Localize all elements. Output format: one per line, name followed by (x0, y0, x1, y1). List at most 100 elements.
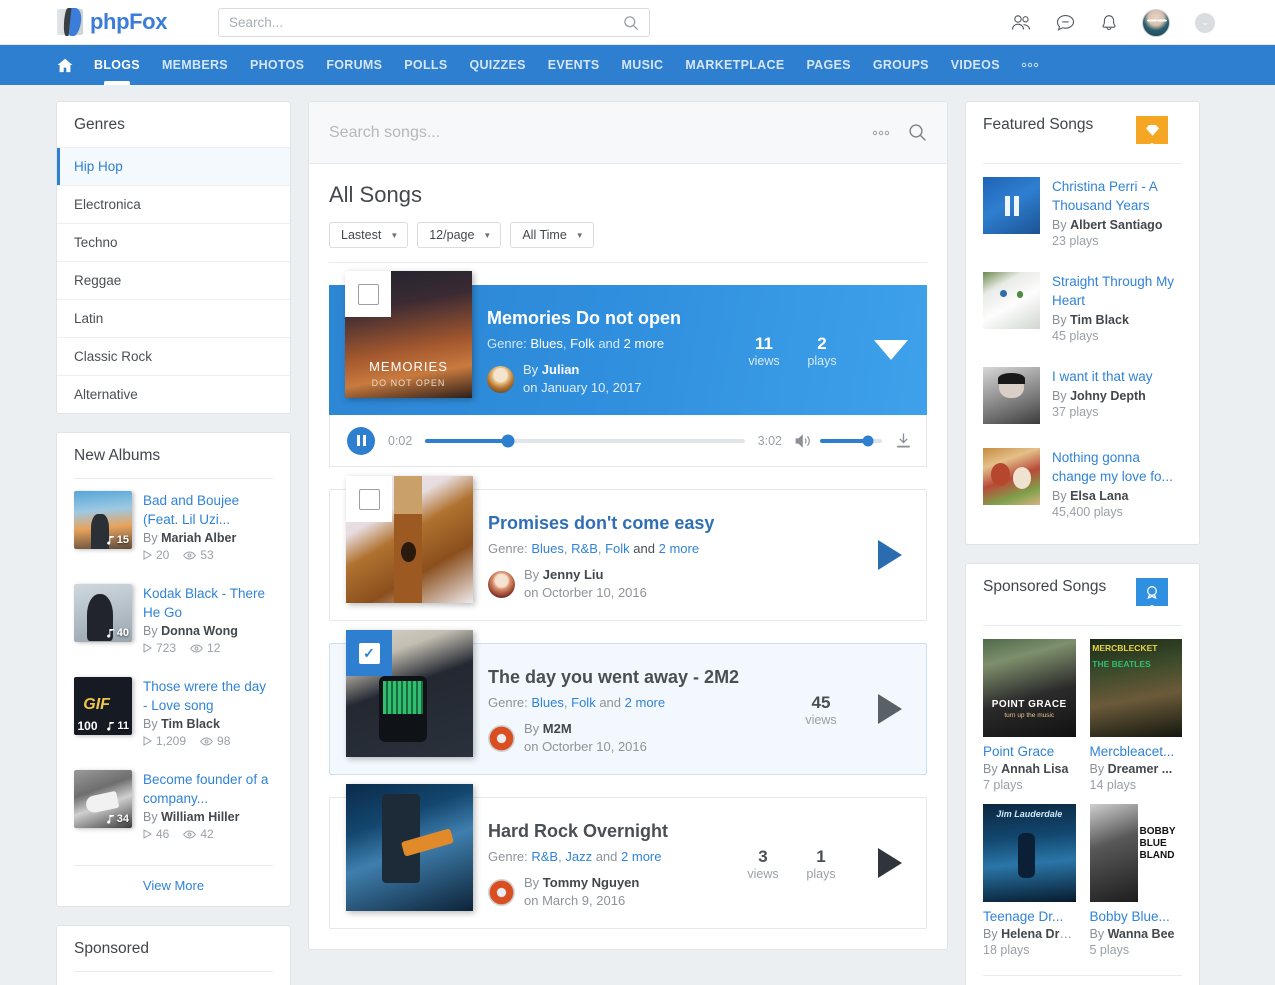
avatar[interactable] (488, 879, 515, 906)
song-title[interactable]: Mercbleacet... (1090, 744, 1183, 759)
list-item[interactable]: 40 Kodak Black - There He Go By Donna Wo… (74, 572, 273, 665)
genre-more-link[interactable]: 2 more (621, 849, 661, 864)
album-title[interactable]: Kodak Black - There He Go (143, 584, 273, 622)
song-search-bar[interactable] (309, 102, 947, 164)
genre-link[interactable]: Blues (530, 336, 563, 351)
global-search[interactable] (218, 8, 650, 37)
friends-icon[interactable] (1010, 12, 1032, 34)
genre-item-reggae[interactable]: Reggae (57, 261, 290, 299)
nav-item-music[interactable]: MUSIC (611, 45, 675, 85)
nav-item-forums[interactable]: FORUMS (315, 45, 393, 85)
nav-item-groups[interactable]: GROUPS (862, 45, 940, 85)
song-search-input[interactable] (329, 124, 854, 142)
song-title[interactable]: The day you went away - 2M2 (488, 666, 792, 688)
genre-link[interactable]: R&B (571, 541, 598, 556)
song-title[interactable]: Point Grace (983, 744, 1076, 759)
list-item[interactable]: Christina Perri - A Thousand Years By Al… (983, 164, 1182, 259)
song-title[interactable]: Christina Perri - A Thousand Years (1052, 177, 1182, 215)
nav-item-photos[interactable]: PHOTOS (239, 45, 315, 85)
pause-button[interactable] (347, 427, 375, 455)
nav-item-quizzes[interactable]: QUIZZES (458, 45, 536, 85)
more-options-icon[interactable] (872, 130, 890, 136)
volume-icon[interactable] (795, 434, 812, 448)
list-item[interactable]: Mercbleacet... By Dreamer ... 14 plays (1090, 639, 1183, 792)
list-item[interactable]: Teenage Dr... By Helena Drow 18 plays (983, 804, 1076, 957)
genre-link[interactable]: Blues (531, 541, 564, 556)
list-item[interactable]: 34 Become founder of a company... By Wil… (74, 758, 273, 851)
album-thumbnail[interactable]: 11 (74, 677, 132, 735)
song-select-checkbox[interactable]: ✓ (346, 630, 392, 676)
song-thumbnail[interactable] (1090, 639, 1183, 737)
collapse-player-icon[interactable] (874, 340, 908, 360)
album-title[interactable]: Bad and Boujee (Feat. Lil Uzi... (143, 491, 273, 529)
genre-link[interactable]: Folk (571, 695, 596, 710)
song-title[interactable]: Teenage Dr... (983, 909, 1076, 924)
song-artwork[interactable] (346, 784, 473, 911)
genre-more-link[interactable]: 2 more (624, 336, 664, 351)
notifications-icon[interactable] (1098, 12, 1120, 34)
song-title[interactable]: Straight Through My Heart (1052, 272, 1182, 310)
genre-item-techno[interactable]: Techno (57, 223, 290, 261)
nav-item-videos[interactable]: VIDEOS (940, 45, 1011, 85)
list-item[interactable]: I want it that way By Johny Depth 37 pla… (983, 354, 1182, 435)
song-thumbnail[interactable] (983, 272, 1040, 329)
genre-link[interactable]: R&B (531, 849, 558, 864)
time-range-filter[interactable]: All Time ▼ (510, 222, 593, 248)
nav-item-polls[interactable]: POLLS (393, 45, 458, 85)
song-thumbnail[interactable] (983, 639, 1076, 737)
play-button[interactable] (878, 848, 902, 878)
play-button[interactable] (878, 540, 902, 570)
list-item[interactable]: Nothing gonna change my love fo... By El… (983, 435, 1182, 530)
genre-item-alternative[interactable]: Alternative (57, 375, 290, 413)
avatar[interactable] (488, 571, 515, 598)
album-thumbnail[interactable]: 40 (74, 584, 132, 642)
genre-item-electronica[interactable]: Electronica (57, 185, 290, 223)
genre-item-hip-hop[interactable]: Hip Hop (57, 147, 290, 185)
genre-link[interactable]: Jazz (565, 849, 592, 864)
album-title[interactable]: Become founder of a company... (143, 770, 273, 808)
nav-item-marketplace[interactable]: MARKETPLACE (674, 45, 795, 85)
genre-more-link[interactable]: 2 more (659, 541, 699, 556)
song-thumbnail[interactable] (983, 367, 1040, 424)
seek-slider[interactable] (425, 439, 744, 443)
album-thumbnail[interactable]: 15 (74, 491, 132, 549)
account-menu-chevron-icon[interactable]: ⌄ (1195, 13, 1215, 33)
messages-icon[interactable] (1054, 12, 1076, 34)
song-thumbnail[interactable] (983, 448, 1040, 505)
list-item[interactable]: 15 Bad and Boujee (Feat. Lil Uzi... By M… (74, 479, 273, 572)
download-icon[interactable] (895, 432, 912, 449)
song-thumbnail[interactable] (983, 177, 1040, 234)
list-item[interactable]: Bobby Blue... By Wanna Bee 5 plays (1090, 804, 1183, 957)
list-item[interactable]: Straight Through My Heart By Tim Black 4… (983, 259, 1182, 354)
song-thumbnail[interactable] (983, 804, 1076, 902)
sponsor-your-songs-button[interactable]: SPONSOR YOUR SONGS (966, 976, 1199, 985)
seek-handle[interactable] (502, 434, 515, 447)
song-select-checkbox[interactable] (346, 476, 392, 522)
per-page-filter[interactable]: 12/page ▼ (417, 222, 501, 248)
song-title[interactable]: Promises don't come easy (488, 512, 850, 534)
list-item[interactable]: 11 Those wrere the day - Love song By Ti… (74, 665, 273, 758)
search-icon[interactable] (623, 15, 639, 31)
song-title[interactable]: Bobby Blue... (1090, 909, 1183, 924)
song-title[interactable]: Nothing gonna change my love fo... (1052, 448, 1182, 486)
song-thumbnail[interactable] (1090, 804, 1183, 902)
sort-filter[interactable]: Lastest ▼ (329, 222, 408, 248)
nav-item-pages[interactable]: PAGES (795, 45, 861, 85)
album-thumbnail[interactable]: 34 (74, 770, 132, 828)
song-title[interactable]: I want it that way (1052, 367, 1182, 386)
nav-item-blogs[interactable]: BLOGS (83, 45, 151, 85)
genre-link[interactable]: Blues (531, 695, 564, 710)
song-card[interactable]: ✓ The day you went away - 2M2 Genre: Blu… (329, 643, 927, 775)
song-card[interactable]: Memories Do not open Genre: Blues, Folk … (329, 285, 927, 415)
genre-more-link[interactable]: 2 more (625, 695, 665, 710)
genre-link[interactable]: Folk (570, 336, 595, 351)
search-icon[interactable] (908, 123, 927, 142)
genre-item-latin[interactable]: Latin (57, 299, 290, 337)
album-title[interactable]: Those wrere the day - Love song (143, 677, 273, 715)
genre-item-classic-rock[interactable]: Classic Rock (57, 337, 290, 375)
nav-item-events[interactable]: EVENTS (537, 45, 611, 85)
song-card[interactable]: Hard Rock Overnight Genre: R&B, Jazz and… (329, 797, 927, 929)
brand-logo[interactable]: phpFox (57, 7, 167, 37)
list-item[interactable]: Point Grace By Annah Lisa 7 plays (983, 639, 1076, 792)
nav-item-members[interactable]: MEMBERS (151, 45, 239, 85)
